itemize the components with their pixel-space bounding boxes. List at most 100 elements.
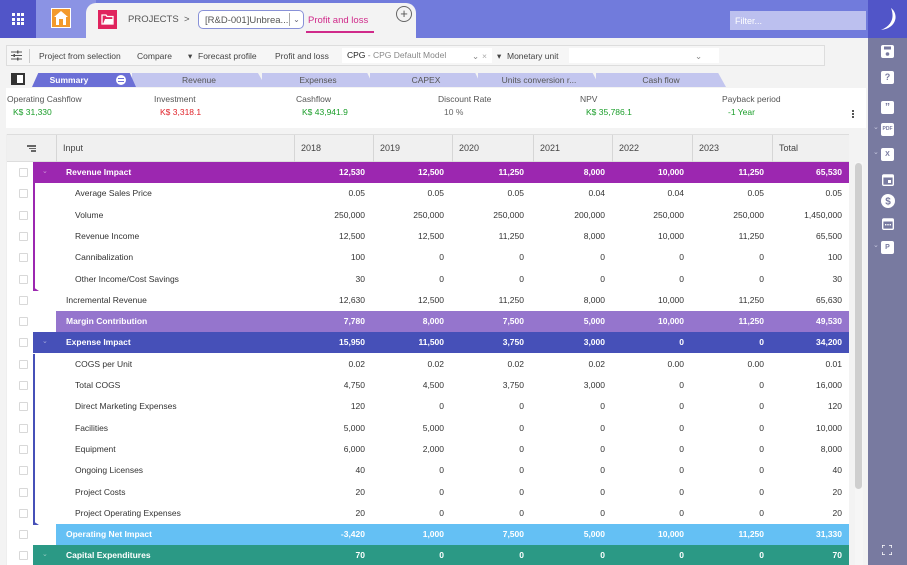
cell-total[interactable]: 8,000 — [772, 439, 842, 460]
cell-2022[interactable]: 250,000 — [614, 205, 684, 226]
cell-2018[interactable]: -3,420 — [295, 524, 365, 545]
cell-2019[interactable]: 1,000 — [374, 524, 444, 545]
cell-2021[interactable]: 0 — [535, 269, 605, 290]
cell-2019[interactable]: 250,000 — [374, 205, 444, 226]
table-row[interactable]: Average Sales Price 0.05 0.05 0.05 0.04 0.04 0… — [7, 183, 849, 204]
cell-2022[interactable]: 0 — [614, 439, 684, 460]
cell-2023[interactable]: 11,250 — [694, 290, 764, 311]
table-row[interactable]: Volume 250,000 250,000 250,000 200,000 250,00… — [7, 205, 849, 226]
fullscreen-icon[interactable] — [882, 545, 892, 555]
cell-total[interactable]: 16,000 — [772, 375, 842, 396]
filter-input[interactable] — [730, 11, 866, 30]
cell-2023[interactable]: 0 — [694, 375, 764, 396]
cell-2019[interactable]: 0 — [374, 269, 444, 290]
cell-2022[interactable]: 0 — [614, 545, 684, 565]
cell-2018[interactable]: 250,000 — [295, 205, 365, 226]
compare-button[interactable]: Compare — [137, 51, 172, 61]
currency-button[interactable]: $ — [868, 190, 907, 212]
column-header-2023[interactable]: 2023 — [692, 135, 772, 162]
cell-total[interactable]: 0.05 — [772, 183, 842, 204]
cell-2020[interactable]: 0 — [454, 269, 524, 290]
column-header-2020[interactable]: 2020 — [452, 135, 533, 162]
cell-2019[interactable]: 0 — [374, 545, 444, 565]
column-header-2022[interactable]: 2022 — [612, 135, 692, 162]
column-header-2018[interactable]: 2018 — [294, 135, 373, 162]
cell-2023[interactable]: 0 — [694, 247, 764, 268]
cell-2018[interactable]: 0.05 — [295, 183, 365, 204]
cell-2023[interactable]: 11,250 — [694, 226, 764, 247]
cell-total[interactable]: 65,500 — [772, 226, 842, 247]
cell-2023[interactable]: 0 — [694, 460, 764, 481]
cell-2019[interactable]: 11,500 — [374, 332, 444, 353]
cell-2018[interactable]: 30 — [295, 269, 365, 290]
cell-2020[interactable]: 7,500 — [454, 311, 524, 332]
cell-2022[interactable]: 0 — [614, 418, 684, 439]
cell-total[interactable]: 31,330 — [772, 524, 842, 545]
cell-2020[interactable]: 0 — [454, 247, 524, 268]
cell-2023[interactable]: 0 — [694, 332, 764, 353]
row-checkbox[interactable] — [19, 168, 28, 177]
cell-2022[interactable]: 0 — [614, 396, 684, 417]
cell-2018[interactable]: 5,000 — [295, 418, 365, 439]
forecast-profile-caret-icon[interactable]: ▾ — [188, 51, 192, 62]
row-checkbox[interactable] — [19, 359, 28, 369]
table-row[interactable]: ⌄ Revenue Impact 12,530 12,500 11,250 8,000 10… — [7, 162, 849, 183]
model-select[interactable]: CPG - CPG Default Model — [342, 48, 492, 63]
cell-2020[interactable]: 0 — [454, 439, 524, 460]
cell-2021[interactable]: 0.04 — [535, 183, 605, 204]
cell-2022[interactable]: 10,000 — [614, 290, 684, 311]
folder-icon[interactable] — [98, 10, 117, 29]
cell-total[interactable]: 34,200 — [772, 332, 842, 353]
cell-2020[interactable]: 7,500 — [454, 524, 524, 545]
cell-2021[interactable]: 3,000 — [535, 332, 605, 353]
cell-2021[interactable]: 0.02 — [535, 354, 605, 375]
cell-2019[interactable]: 12,500 — [374, 162, 444, 183]
cell-2020[interactable]: 0.05 — [454, 183, 524, 204]
chevron-down-icon[interactable]: ⌄ — [695, 51, 702, 62]
cell-total[interactable]: 30 — [772, 269, 842, 290]
cell-2023[interactable]: 11,250 — [694, 524, 764, 545]
column-header-2021[interactable]: 2021 — [533, 135, 612, 162]
panel-toggle-icon[interactable] — [11, 73, 25, 85]
cell-2023[interactable]: 0.05 — [694, 183, 764, 204]
cell-2018[interactable]: 120 — [295, 396, 365, 417]
cell-2020[interactable]: 11,250 — [454, 162, 524, 183]
table-row[interactable]: ⌄ Expense Impact 15,950 11,500 3,750 3,000 0 0 3… — [7, 332, 849, 354]
table-row[interactable]: Direct Marketing Expenses 120 0 0 0 0 0 120 — [7, 396, 849, 417]
column-header-2019[interactable]: 2019 — [373, 135, 452, 162]
cell-2022[interactable]: 10,000 — [614, 226, 684, 247]
table-row[interactable]: Operating Net Impact -3,420 1,000 7,500 5,00… — [7, 524, 849, 546]
project-from-selection-button[interactable]: Project from selection — [39, 51, 121, 61]
monetary-unit-caret-icon[interactable]: ▾ — [497, 51, 501, 62]
cell-2022[interactable]: 0.04 — [614, 183, 684, 204]
app-logo[interactable] — [868, 0, 907, 38]
collapse-chevron-icon[interactable]: ⌄ — [42, 167, 48, 175]
cell-2021[interactable]: 0 — [535, 247, 605, 268]
cell-2022[interactable]: 0 — [614, 375, 684, 396]
pdf-export-button[interactable]: ⌄ PDF — [868, 118, 907, 140]
save-button[interactable] — [868, 40, 907, 62]
cell-2022[interactable]: 0 — [614, 503, 684, 524]
cell-2023[interactable]: 0.00 — [694, 354, 764, 375]
table-row[interactable]: Margin Contribution 7,780 8,000 7,500 5,000 1… — [7, 311, 849, 333]
project-selector[interactable]: [R&D-001]Unbrea... ⌄ — [198, 10, 304, 29]
table-row[interactable]: Equipment 6,000 2,000 0 0 0 0 8,000 — [7, 439, 849, 460]
table-row[interactable]: ⌄ Capital Expenditures 70 0 0 0 0 0 70 — [7, 545, 849, 565]
cell-2020[interactable]: 0 — [454, 482, 524, 503]
cell-2018[interactable]: 12,630 — [295, 290, 365, 311]
cell-2023[interactable]: 0 — [694, 503, 764, 524]
schedule-button[interactable] — [868, 212, 907, 234]
cell-2019[interactable]: 0 — [374, 460, 444, 481]
cell-2021[interactable]: 200,000 — [535, 205, 605, 226]
cell-2019[interactable]: 12,500 — [374, 226, 444, 247]
sheet-tab-capex[interactable]: CAPEX — [370, 73, 482, 87]
sheet-tab-cash-flow[interactable]: Cash flow — [596, 73, 726, 87]
cell-2021[interactable]: 0 — [535, 439, 605, 460]
tab-profit-and-loss[interactable]: Profit and loss — [308, 15, 368, 26]
forecast-profile-label[interactable]: Forecast profile — [198, 51, 257, 61]
cell-2022[interactable]: 0 — [614, 460, 684, 481]
cell-total[interactable]: 1,450,000 — [772, 205, 842, 226]
help-button[interactable]: ? — [868, 66, 907, 88]
table-row[interactable]: Project Costs 20 0 0 0 0 0 20 — [7, 482, 849, 503]
table-row[interactable]: Ongoing Licenses 40 0 0 0 0 0 40 — [7, 460, 849, 481]
